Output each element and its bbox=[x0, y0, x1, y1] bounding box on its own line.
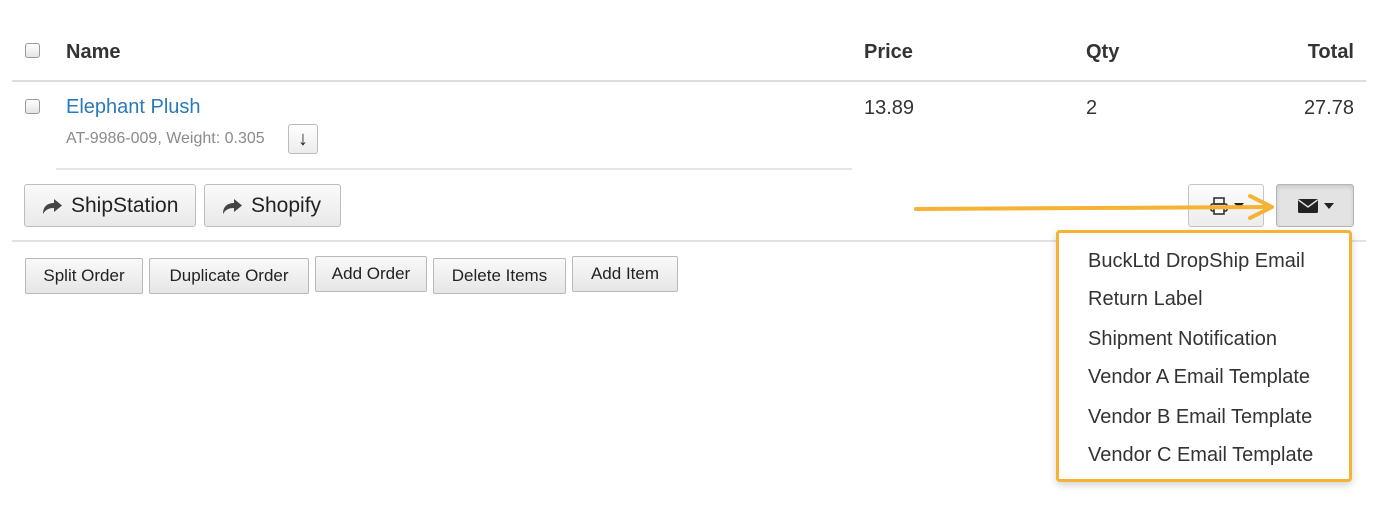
sort-down-button[interactable]: ↓ bbox=[288, 124, 318, 154]
duplicate-order-button[interactable]: Duplicate Order bbox=[149, 258, 309, 294]
menu-item-vendor-a-template[interactable]: Vendor A Email Template bbox=[1088, 366, 1310, 389]
menu-item-shipment-notification[interactable]: Shipment Notification bbox=[1088, 328, 1277, 351]
delete-items-button[interactable]: Delete Items bbox=[433, 258, 566, 294]
add-item-button[interactable]: Add Item bbox=[572, 256, 678, 292]
shipstation-button[interactable]: ShipStation bbox=[24, 184, 196, 227]
item-checkbox[interactable] bbox=[25, 99, 40, 114]
column-header-total: Total bbox=[1307, 41, 1354, 63]
item-qty: 2 bbox=[1086, 97, 1098, 119]
item-sku-weight: AT-9986-009, Weight: 0.305 bbox=[66, 130, 265, 147]
share-arrow-icon bbox=[43, 198, 62, 214]
envelope-icon bbox=[1297, 198, 1318, 213]
add-order-button[interactable]: Add Order bbox=[315, 256, 427, 292]
shopify-button[interactable]: Shopify bbox=[204, 184, 341, 227]
shopify-label: Shopify bbox=[251, 193, 322, 217]
arrow-down-icon: ↓ bbox=[298, 127, 308, 150]
item-total: 27.78 bbox=[1303, 97, 1354, 119]
column-header-price: Price bbox=[864, 41, 913, 63]
column-header-name: Name bbox=[66, 41, 121, 63]
row-divider bbox=[56, 168, 852, 170]
caret-down-icon bbox=[1323, 202, 1334, 209]
table-header bbox=[12, 0, 1366, 82]
menu-item-vendor-c-template[interactable]: Vendor C Email Template bbox=[1088, 444, 1313, 467]
item-price: 13.89 bbox=[864, 97, 915, 119]
order-items-panel: Name Price Qty Total Elephant Plush AT-9… bbox=[0, 0, 1391, 523]
menu-item-buckltd-dropship-email[interactable]: BuckLtd DropShip Email bbox=[1088, 250, 1305, 273]
share-arrow-icon bbox=[223, 198, 242, 214]
annotation-arrow bbox=[914, 194, 1274, 220]
item-name-link[interactable]: Elephant Plush bbox=[66, 96, 201, 119]
shipstation-label: ShipStation bbox=[71, 193, 179, 217]
select-all-checkbox[interactable] bbox=[25, 43, 40, 58]
column-header-qty: Qty bbox=[1086, 41, 1120, 63]
menu-item-vendor-b-template[interactable]: Vendor B Email Template bbox=[1088, 406, 1312, 429]
menu-item-return-label[interactable]: Return Label bbox=[1088, 288, 1203, 311]
email-template-menu: BuckLtd DropShip Email Return Label Ship… bbox=[1056, 230, 1352, 482]
split-order-button[interactable]: Split Order bbox=[25, 258, 143, 294]
